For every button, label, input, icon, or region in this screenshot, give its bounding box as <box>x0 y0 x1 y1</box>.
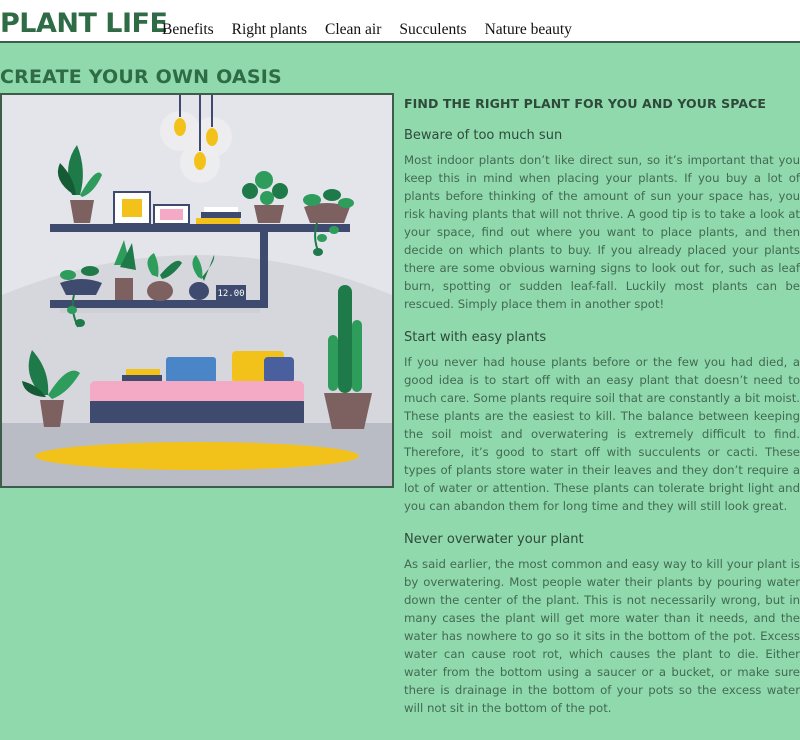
plant-top-left <box>57 145 102 223</box>
books-top-shelf <box>196 207 241 224</box>
page-title: CREATE YOUR OWN OASIS <box>0 65 282 88</box>
nav-link-right-plants[interactable]: Right plants <box>232 21 307 39</box>
nav-link-nature-beauty[interactable]: Nature beauty <box>485 21 572 39</box>
section-title-easy-plants: Start with easy plants <box>404 330 547 345</box>
section-body-overwater: As said earlier, the most common and eas… <box>404 557 800 715</box>
nav-link-benefits[interactable]: Benefits <box>162 21 214 39</box>
clock-display: 12.00 <box>217 289 244 299</box>
nav-link-succulents[interactable]: Succulents <box>399 21 466 39</box>
main-nav: Benefits Right plants Clean air Succulen… <box>162 21 590 39</box>
living-room-illustration: 12.00 <box>0 93 394 488</box>
section-body-easy-plants: If you never had house plants before or … <box>404 355 800 513</box>
article-content: FIND THE RIGHT PLANT FOR YOU AND YOUR SP… <box>404 96 800 734</box>
article-heading: FIND THE RIGHT PLANT FOR YOU AND YOUR SP… <box>404 96 767 111</box>
yellow-rug <box>35 442 359 470</box>
plant-top-middle <box>242 171 288 223</box>
brand-logo[interactable]: PLANT LIFE <box>0 7 168 41</box>
picture-frames <box>113 191 190 225</box>
section-body-sun: Most indoor plants don’t like direct sun… <box>404 153 800 311</box>
illustration-svg: 12.00 <box>2 95 392 486</box>
plant-top-right <box>303 189 354 256</box>
top-navigation-bar: PLANT LIFE Benefits Right plants Clean a… <box>0 0 800 43</box>
section-title-overwater: Never overwater your plant <box>404 532 584 547</box>
ceiling-lamps <box>160 95 232 183</box>
section-title-sun: Beware of too much sun <box>404 128 563 143</box>
nav-link-clean-air[interactable]: Clean air <box>325 21 381 39</box>
